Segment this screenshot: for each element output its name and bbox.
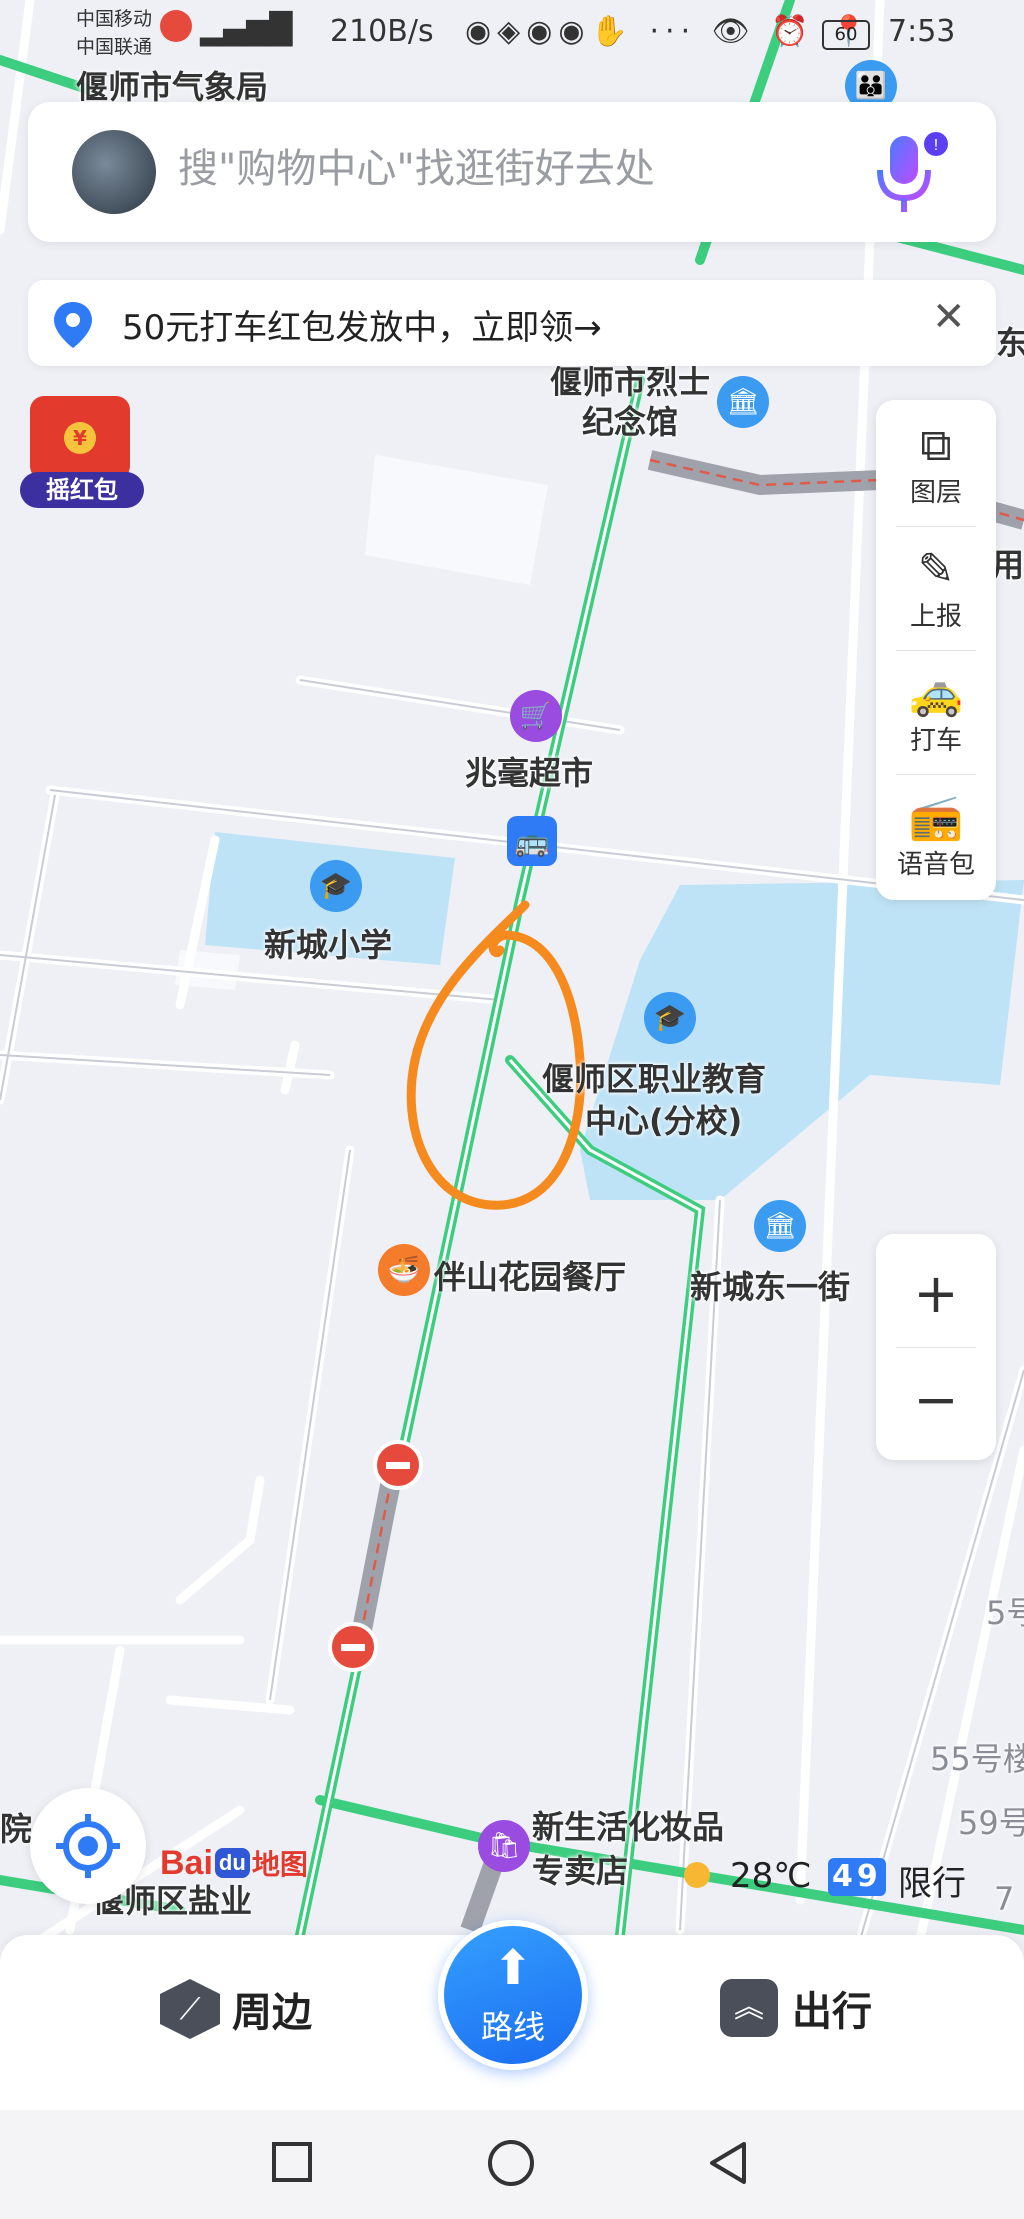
label-number-55: 55号楼 bbox=[930, 1740, 1024, 1778]
travel-icon: ︽ bbox=[720, 1979, 778, 2037]
shopping-cart-icon[interactable]: 🛒 bbox=[510, 690, 562, 742]
vocational-school-icon[interactable]: 🎓 bbox=[644, 992, 696, 1044]
back-icon[interactable] bbox=[706, 2140, 752, 2186]
logo-du: du bbox=[214, 1848, 250, 1878]
red-packet-icon: ¥ bbox=[30, 396, 130, 480]
label-number-5: 5号 bbox=[986, 1594, 1024, 1632]
logo-bai: Bai bbox=[160, 1843, 213, 1882]
label-martyr-memorial[interactable]: 偃师市烈士 纪念馆 bbox=[530, 362, 730, 442]
taxi-button[interactable]: 🚕 打车 bbox=[876, 668, 996, 757]
edit-icon: ✎ bbox=[917, 544, 955, 595]
promo-banner[interactable]: 50元打车红包发放中，立即领→ ✕ bbox=[28, 280, 996, 366]
label-cosmetics-2[interactable]: 专卖店 bbox=[532, 1846, 628, 1892]
search-bar[interactable]: 搜"购物中心"找逛街好去处 ! bbox=[28, 102, 996, 242]
promo-text[interactable]: 50元打车红包发放中，立即领→ bbox=[122, 300, 602, 349]
zoom-out-button[interactable]: − bbox=[876, 1350, 996, 1450]
no-entry-icon bbox=[328, 1622, 378, 1672]
avatar[interactable] bbox=[72, 130, 156, 214]
report-button[interactable]: ✎ 上报 bbox=[876, 544, 996, 633]
museum-icon[interactable]: 🏛 bbox=[717, 376, 769, 428]
microphone-icon[interactable]: ! bbox=[868, 130, 948, 220]
label-east-cut: 东 bbox=[996, 324, 1024, 362]
label-hospital-cut: 院 bbox=[0, 1810, 33, 1848]
net-speed: 210B/s bbox=[330, 14, 434, 49]
travel-label: 出行 bbox=[792, 1989, 872, 2035]
svg-text:!: ! bbox=[934, 137, 938, 154]
label-vocational-1[interactable]: 偃师区职业教育 bbox=[542, 1054, 766, 1100]
voice-pack-label: 语音包 bbox=[896, 850, 975, 880]
taxi-icon: 🚕 bbox=[908, 668, 964, 719]
locate-icon bbox=[56, 1814, 120, 1878]
locate-button[interactable] bbox=[30, 1788, 146, 1904]
layers-label: 图层 bbox=[909, 478, 962, 508]
red-packet-label: 摇红包 bbox=[20, 472, 144, 508]
search-input[interactable]: 搜"购物中心"找逛街好去处 bbox=[178, 136, 655, 194]
system-nav-bar bbox=[0, 2110, 1024, 2219]
label-number-7: 7 bbox=[994, 1880, 1015, 1918]
building-icon[interactable]: 🏛 bbox=[754, 1200, 806, 1252]
zoom-in-button[interactable]: + bbox=[876, 1244, 996, 1344]
label-vocational-2[interactable]: 中心(分校) bbox=[585, 1096, 742, 1142]
shopping-bag-icon[interactable]: 🛍 bbox=[478, 1820, 530, 1872]
restriction-label[interactable]: 限行 bbox=[898, 1856, 966, 1905]
label-school[interactable]: 新城小学 bbox=[264, 920, 392, 966]
notification-badge-icon bbox=[160, 10, 192, 42]
carrier-2: 中国联通 bbox=[76, 36, 153, 58]
layers-icon: ⧉ bbox=[920, 420, 952, 471]
signal-icon: ▂▄▆█ bbox=[200, 12, 293, 47]
recent-apps-icon[interactable] bbox=[272, 2142, 312, 2182]
home-icon[interactable] bbox=[488, 2140, 534, 2186]
restriction-numbers[interactable]: 49 bbox=[828, 1858, 886, 1896]
clock: 7:53 bbox=[888, 14, 956, 49]
baidu-map-logo: Bai du 地图 bbox=[160, 1838, 308, 1888]
route-label: 路线 bbox=[480, 2008, 545, 2046]
route-button[interactable]: ⬆ 路线 bbox=[438, 1920, 588, 2070]
nearby-label: 周边 bbox=[232, 1990, 312, 2036]
route-arrow-icon: ⬆ bbox=[492, 1940, 534, 1996]
sun-icon bbox=[684, 1862, 710, 1888]
status-icons: ◉◈◉◉✋ ··· 👁 ⏰ 📍 bbox=[465, 14, 874, 49]
school-icon[interactable]: 🎓 bbox=[310, 860, 362, 912]
red-packet-button[interactable]: ¥ 摇红包 bbox=[20, 396, 148, 514]
zoom-panel: + − bbox=[876, 1234, 996, 1460]
no-entry-icon bbox=[373, 1440, 423, 1490]
carrier-1: 中国移动 bbox=[76, 8, 153, 30]
layers-button[interactable]: ⧉ 图层 bbox=[876, 420, 996, 509]
bus-stop-icon[interactable]: 🚌 bbox=[507, 816, 557, 866]
voice-pack-icon: 📻 bbox=[908, 792, 964, 843]
close-icon[interactable]: ✕ bbox=[932, 294, 966, 340]
report-label: 上报 bbox=[909, 602, 962, 632]
taxi-label: 打车 bbox=[909, 726, 962, 756]
label-number-59: 59号 bbox=[958, 1804, 1024, 1842]
restaurant-icon[interactable]: 🍜 bbox=[378, 1244, 430, 1296]
travel-button[interactable]: ︽ 出行 bbox=[720, 1979, 872, 2037]
label-street[interactable]: 新城东一街 bbox=[690, 1262, 850, 1308]
logo-map: 地图 bbox=[251, 1849, 308, 1880]
location-pin-icon bbox=[50, 300, 96, 348]
label-cosmetics-1[interactable]: 新生活化妆品 bbox=[532, 1802, 724, 1848]
side-tool-panel: ⧉ 图层 ✎ 上报 🚕 打车 📻 语音包 bbox=[876, 400, 996, 900]
nearby-button[interactable]: ⟋ 周边 bbox=[160, 1979, 312, 2039]
compass-icon: ⟋ bbox=[160, 1979, 220, 2039]
label-cut: 用 bbox=[992, 546, 1024, 584]
label-supermarket[interactable]: 兆毫超市 bbox=[465, 748, 593, 794]
voice-pack-button[interactable]: 📻 语音包 bbox=[876, 792, 996, 881]
label-restaurant[interactable]: 伴山花园餐厅 bbox=[434, 1252, 626, 1298]
battery-icon: 60 bbox=[822, 20, 870, 50]
temperature[interactable]: 28℃ bbox=[730, 1856, 811, 1896]
